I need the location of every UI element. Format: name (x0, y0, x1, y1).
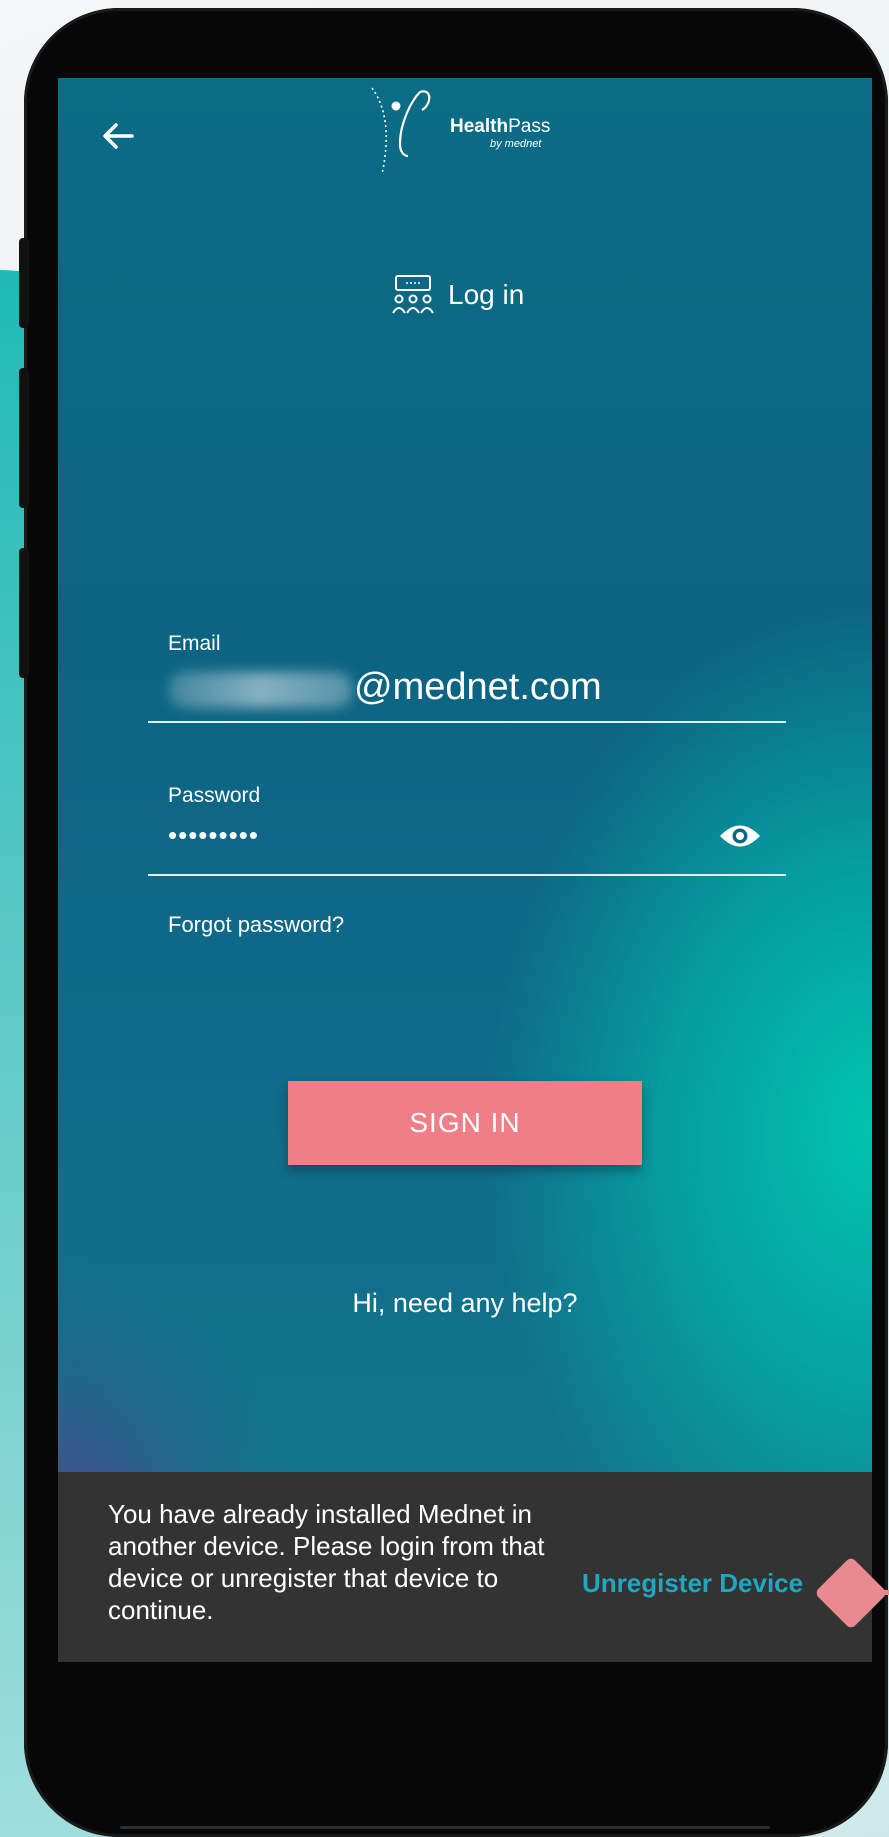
unregister-device-button[interactable]: Unregister Device (582, 1568, 803, 1599)
password-underline (148, 874, 786, 876)
forgot-password-link[interactable]: Forgot password? (168, 912, 344, 938)
password-label: Password (168, 784, 261, 807)
email-label: Email (168, 632, 221, 655)
snackbar-message: You have already installed Mednet in ano… (108, 1499, 545, 1625)
sign-in-button[interactable]: SIGN IN (288, 1081, 642, 1165)
app-screen: HealthPass by mednet Log in Email @medne… (58, 78, 872, 1662)
phone-side-button (19, 238, 29, 328)
device-snackbar: You have already installed Mednet in ano… (58, 1472, 872, 1662)
group-screen-icon (392, 275, 434, 314)
help-link[interactable]: Hi, need any help? (58, 1288, 872, 1319)
arrow-left-icon (103, 123, 134, 149)
email-field[interactable]: @mednet.com (354, 666, 602, 709)
email-underline (148, 721, 786, 723)
password-field[interactable]: ••••••••• (168, 820, 259, 851)
back-button[interactable] (98, 116, 138, 156)
healthpass-logo: HealthPass by mednet (356, 78, 606, 182)
logo-subtitle: by mednet (490, 138, 542, 150)
toggle-password-visibility-button[interactable] (718, 821, 762, 851)
login-heading: Log in (390, 273, 524, 317)
eye-icon (720, 825, 760, 847)
logo-wordmark: HealthPass (450, 116, 551, 137)
callout-pointer-line (856, 1590, 889, 1595)
phone-bottom-edge (120, 1826, 770, 1829)
phone-side-button (19, 368, 29, 508)
logo-mark-icon (371, 87, 431, 175)
email-redacted-name (168, 672, 353, 708)
phone-side-button (19, 548, 29, 678)
login-title: Log in (448, 279, 525, 310)
